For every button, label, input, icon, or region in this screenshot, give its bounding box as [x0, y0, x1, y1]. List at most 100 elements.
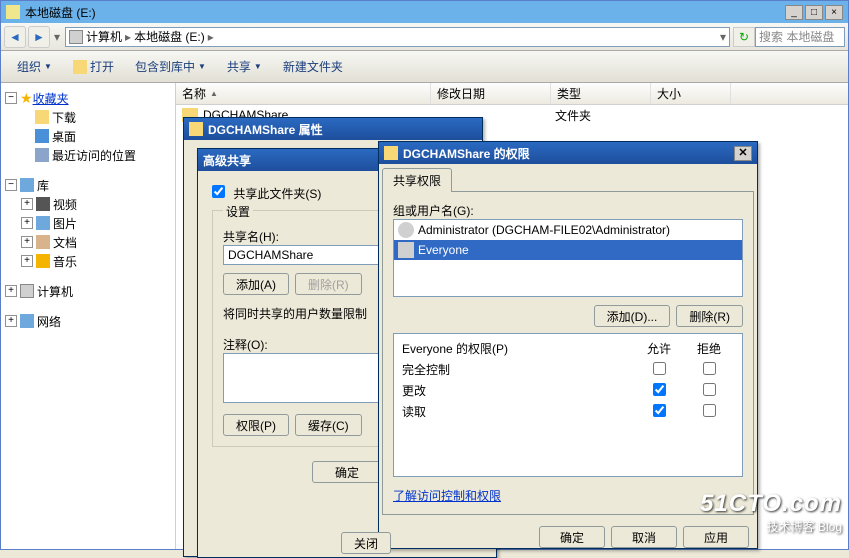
drive-icon [6, 5, 20, 19]
cache-button[interactable]: 缓存(C) [295, 414, 362, 436]
group-icon [398, 242, 414, 258]
include-button[interactable]: 包含到库中▼ [127, 55, 214, 78]
nav-dropdown-icon[interactable]: ▾ [54, 30, 60, 44]
videos-node[interactable]: 视频 [53, 196, 77, 213]
collapse-toggle[interactable]: − [5, 179, 17, 191]
organize-button[interactable]: 组织▼ [9, 55, 60, 78]
downloads-node[interactable]: 下载 [52, 109, 76, 126]
favorites-node[interactable]: 收藏夹 [33, 90, 69, 107]
users-listbox[interactable]: Administrator (DGCHAM-FILE02\Administrat… [393, 219, 743, 297]
recent-node[interactable]: 最近访问的位置 [52, 147, 136, 164]
share-folder-checkbox-label: 共享此文件夹(S) [212, 187, 321, 201]
remove-share-button[interactable]: 删除(R) [295, 273, 362, 295]
cancel-button[interactable]: 取消 [611, 526, 677, 548]
pictures-node[interactable]: 图片 [53, 215, 77, 232]
refresh-button[interactable]: ↻ [733, 27, 755, 47]
search-input[interactable]: 搜索 本地磁盘 [755, 27, 845, 47]
ok-button[interactable]: 确定 [312, 461, 382, 483]
deny-change-checkbox[interactable] [703, 383, 716, 396]
add-user-button[interactable]: 添加(D)... [594, 305, 671, 327]
expand-toggle[interactable]: + [5, 315, 17, 327]
recent-icon [35, 148, 49, 162]
chevron-right-icon: ▸ [208, 30, 214, 44]
chevron-right-icon: ▸ [125, 30, 131, 44]
perm-row-change: 更改 [398, 380, 738, 401]
desktop-node[interactable]: 桌面 [52, 128, 76, 145]
user-item-selected[interactable]: Everyone [394, 240, 742, 260]
share-button[interactable]: 共享▼ [219, 55, 270, 78]
user-item[interactable]: Administrator (DGCHAM-FILE02\Administrat… [394, 220, 742, 240]
folder-icon [73, 60, 87, 74]
drive-icon [69, 30, 83, 44]
col-size[interactable]: 大小 [651, 83, 731, 104]
back-button[interactable]: ◄ [4, 26, 26, 48]
address-dropdown-icon[interactable]: ▾ [720, 30, 726, 44]
favorites-icon: ★ [20, 91, 33, 105]
apply-button[interactable]: 应用 [683, 526, 749, 548]
documents-node[interactable]: 文档 [53, 234, 77, 251]
dialog-title: DGCHAMShare 的权限 [403, 145, 530, 162]
newfolder-button[interactable]: 新建文件夹 [275, 55, 351, 78]
close-button[interactable]: ✕ [734, 146, 752, 161]
minimize-button[interactable]: _ [785, 5, 803, 20]
computer-icon [20, 284, 34, 298]
dialog-title: 高级共享 [203, 152, 251, 169]
expand-toggle[interactable]: + [21, 198, 33, 210]
user-icon [398, 222, 414, 238]
deny-read-checkbox[interactable] [703, 404, 716, 417]
nav-tree: −★收藏夹 下载 桌面 最近访问的位置 −库 +视频 +图片 +文档 +音乐 +… [1, 83, 176, 549]
library-icon [20, 178, 34, 192]
libraries-node[interactable]: 库 [37, 177, 49, 194]
expand-toggle[interactable]: + [5, 285, 17, 297]
col-modified[interactable]: 修改日期 [431, 83, 551, 104]
permissions-button[interactable]: 权限(P) [223, 414, 289, 436]
maximize-button[interactable]: □ [805, 5, 823, 20]
partial-close-button[interactable]: 关闭 [341, 532, 391, 554]
learn-access-control-link[interactable]: 了解访问控制和权限 [393, 489, 501, 503]
network-icon [20, 314, 34, 328]
dialog-title: DGCHAMShare 属性 [208, 121, 323, 138]
window-titlebar: 本地磁盘 (E:) _ □ × [1, 1, 848, 23]
address-bar[interactable]: 计算机 ▸ 本地磁盘 (E:) ▸ ▾ [65, 27, 730, 47]
window-title: 本地磁盘 (E:) [25, 4, 96, 21]
open-button[interactable]: 打开 [65, 55, 122, 78]
group-users-label: 组或用户名(G): [393, 202, 743, 219]
breadcrumb-drive[interactable]: 本地磁盘 (E:) [134, 28, 205, 45]
perm-for-label: Everyone 的权限(P) [402, 340, 634, 357]
remove-user-button[interactable]: 删除(R) [676, 305, 743, 327]
close-button[interactable]: × [825, 5, 843, 20]
dialog-titlebar[interactable]: DGCHAMShare 的权限 ✕ [379, 142, 757, 164]
picture-icon [36, 216, 50, 230]
computer-node[interactable]: 计算机 [37, 283, 73, 300]
deny-fullcontrol-checkbox[interactable] [703, 362, 716, 375]
allow-change-checkbox[interactable] [653, 383, 666, 396]
network-node[interactable]: 网络 [37, 313, 61, 330]
share-folder-checkbox[interactable] [212, 185, 225, 198]
expand-toggle[interactable]: + [21, 236, 33, 248]
breadcrumb-computer[interactable]: 计算机 [86, 28, 122, 45]
col-type[interactable]: 类型 [551, 83, 651, 104]
expand-toggle[interactable]: + [21, 217, 33, 229]
file-type: 文件夹 [555, 107, 655, 124]
collapse-toggle[interactable]: − [5, 92, 17, 104]
allow-header: 允许 [634, 340, 684, 357]
music-icon [36, 254, 50, 268]
desktop-icon [35, 129, 49, 143]
add-share-button[interactable]: 添加(A) [223, 273, 289, 295]
allow-read-checkbox[interactable] [653, 404, 666, 417]
folder-icon [189, 122, 203, 136]
permissions-dialog: DGCHAMShare 的权限 ✕ 共享权限 组或用户名(G): Adminis… [378, 141, 758, 549]
ok-button[interactable]: 确定 [539, 526, 605, 548]
expand-toggle[interactable]: + [21, 255, 33, 267]
forward-button[interactable]: ► [28, 26, 50, 48]
perm-row-fullcontrol: 完全控制 [398, 359, 738, 380]
dialog-titlebar[interactable]: DGCHAMShare 属性 [184, 118, 482, 140]
toolbar: 组织▼ 打开 包含到库中▼ 共享▼ 新建文件夹 [1, 51, 848, 83]
col-name[interactable]: 名称▲ [176, 83, 431, 104]
tab-share-permissions[interactable]: 共享权限 [382, 168, 452, 192]
folder-icon [35, 110, 49, 124]
document-icon [36, 235, 50, 249]
deny-header: 拒绝 [684, 340, 734, 357]
allow-fullcontrol-checkbox[interactable] [653, 362, 666, 375]
music-node[interactable]: 音乐 [53, 253, 77, 270]
